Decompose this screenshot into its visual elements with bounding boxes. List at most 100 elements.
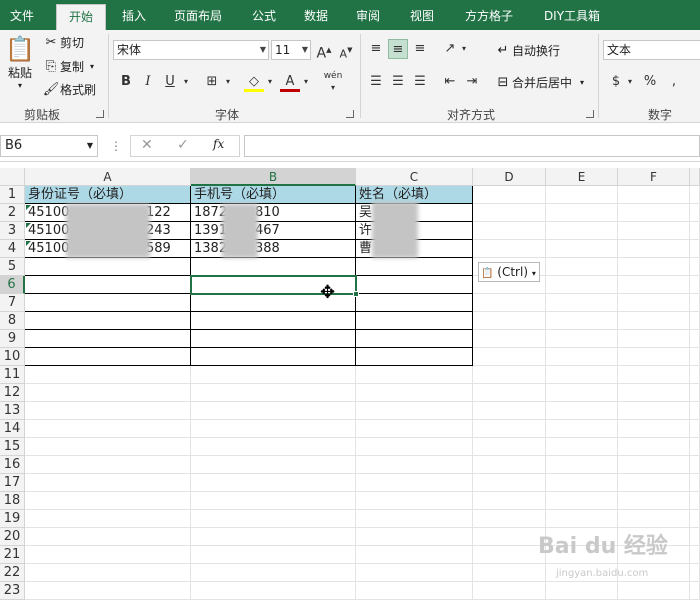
grid-cell[interactable] [690, 492, 700, 510]
row-header[interactable]: 15 [0, 438, 25, 456]
grid-cell[interactable] [690, 204, 700, 222]
grid-cell[interactable] [546, 330, 618, 348]
grid-cell[interactable] [546, 492, 618, 510]
grid-cell[interactable] [690, 510, 700, 528]
grid-cell[interactable] [191, 564, 356, 582]
grid-cell[interactable] [690, 402, 700, 420]
grid-cell[interactable] [473, 420, 546, 438]
font-launcher-icon[interactable] [346, 110, 354, 118]
grid-cell[interactable] [546, 276, 618, 294]
grid-cell[interactable] [473, 582, 546, 600]
column-header-f[interactable]: F [618, 168, 690, 186]
grid-cell[interactable] [191, 528, 356, 546]
grid-cell[interactable] [690, 384, 700, 402]
paste-options-button[interactable]: 📋 (Ctrl) ▾ [478, 262, 540, 282]
grid-cell[interactable] [546, 402, 618, 420]
table-cell-phone[interactable]: 1391 467 [191, 222, 356, 240]
grid-cell[interactable] [191, 456, 356, 474]
grid-cell[interactable] [356, 384, 473, 402]
row-header[interactable]: 6 [0, 276, 25, 294]
row-header[interactable]: 20 [0, 528, 25, 546]
grid-cell[interactable] [546, 240, 618, 258]
row-header[interactable]: 21 [0, 546, 25, 564]
grid-cell[interactable] [25, 456, 191, 474]
fill-handle[interactable] [353, 291, 359, 297]
grid-cell[interactable] [546, 348, 618, 366]
bold-button[interactable]: B [116, 72, 136, 92]
grid-cell[interactable] [473, 456, 546, 474]
tab-fangfang[interactable]: 方方格子 [454, 4, 524, 30]
grid-cell[interactable] [618, 456, 690, 474]
grid-cell[interactable] [25, 258, 191, 276]
grid-cell[interactable] [356, 438, 473, 456]
grid-cell[interactable] [191, 258, 356, 276]
row-header[interactable]: 12 [0, 384, 25, 402]
grid-cell[interactable] [473, 240, 546, 258]
table-cell-phone[interactable]: 1382 388 [191, 240, 356, 258]
grid-cell[interactable] [690, 294, 700, 312]
grid-cell[interactable] [546, 366, 618, 384]
more-options-icon[interactable]: ⋮ [110, 139, 122, 153]
grid-cell[interactable] [356, 366, 473, 384]
grid-cell[interactable] [546, 222, 618, 240]
grid-cell[interactable] [191, 546, 356, 564]
column-header-d[interactable]: D [473, 168, 546, 186]
grid-cell[interactable] [618, 420, 690, 438]
grid-cell[interactable] [25, 366, 191, 384]
number-format-select[interactable]: 文本 [603, 40, 700, 60]
chevron-down-icon[interactable]: ▾ [458, 39, 470, 59]
name-box[interactable]: B6 ▼ [0, 135, 98, 157]
grid-cell[interactable] [473, 294, 546, 312]
align-top-icon[interactable]: ≡ [366, 39, 386, 59]
grid-cell[interactable] [25, 294, 191, 312]
error-indicator-icon[interactable] [26, 241, 31, 246]
grid-cell[interactable] [473, 186, 546, 204]
grid-cell[interactable] [690, 456, 700, 474]
grid-cell[interactable] [618, 312, 690, 330]
grid-cell[interactable] [473, 402, 546, 420]
enter-checkmark-icon[interactable]: ✓ [177, 137, 189, 153]
grid-cell[interactable] [690, 528, 700, 546]
grid-cell[interactable] [473, 366, 546, 384]
grid-cell[interactable] [25, 330, 191, 348]
grid-cell[interactable] [618, 402, 690, 420]
grid-cell[interactable] [618, 474, 690, 492]
grid-cell[interactable] [356, 474, 473, 492]
grid-cell[interactable] [546, 258, 618, 276]
grid-cell[interactable] [690, 330, 700, 348]
grid-cell[interactable] [191, 384, 356, 402]
grid-cell[interactable] [473, 204, 546, 222]
grid-cell[interactable] [690, 222, 700, 240]
format-painter-button[interactable]: 🖌 格式刷 [42, 81, 96, 98]
grid-cell[interactable] [618, 294, 690, 312]
grid-cell[interactable] [546, 312, 618, 330]
grid-cell[interactable] [356, 510, 473, 528]
grid-cell[interactable] [546, 420, 618, 438]
tab-home[interactable]: 开始 [56, 4, 106, 30]
grid-cell[interactable] [473, 330, 546, 348]
tab-review[interactable]: 审阅 [346, 4, 390, 30]
grid-cell[interactable] [25, 276, 191, 294]
grid-cell[interactable] [473, 312, 546, 330]
grid-cell[interactable] [356, 402, 473, 420]
chevron-down-icon[interactable]: ▾ [300, 72, 312, 92]
cut-button[interactable]: ✂ 剪切 [42, 34, 84, 51]
row-header[interactable]: 1 [0, 186, 25, 204]
tab-diy-toolbox[interactable]: DIY工具箱 [534, 4, 610, 30]
grid-cell[interactable] [25, 546, 191, 564]
grid-cell[interactable] [690, 438, 700, 456]
grid-cell[interactable] [191, 420, 356, 438]
grid-cell[interactable] [356, 456, 473, 474]
error-indicator-icon[interactable] [26, 205, 31, 210]
decrease-font-size-button[interactable]: A▼ [336, 40, 356, 60]
increase-font-size-button[interactable]: A▲ [314, 40, 334, 61]
row-header[interactable]: 9 [0, 330, 25, 348]
grid-cell[interactable] [191, 312, 356, 330]
grid-cell[interactable] [191, 330, 356, 348]
grid-cell[interactable] [473, 564, 546, 582]
chevron-down-icon[interactable]: ▾ [624, 72, 636, 92]
grid-cell[interactable] [690, 420, 700, 438]
grid-cell[interactable] [356, 294, 473, 312]
grid-cell[interactable] [618, 384, 690, 402]
row-header[interactable]: 2 [0, 204, 25, 222]
